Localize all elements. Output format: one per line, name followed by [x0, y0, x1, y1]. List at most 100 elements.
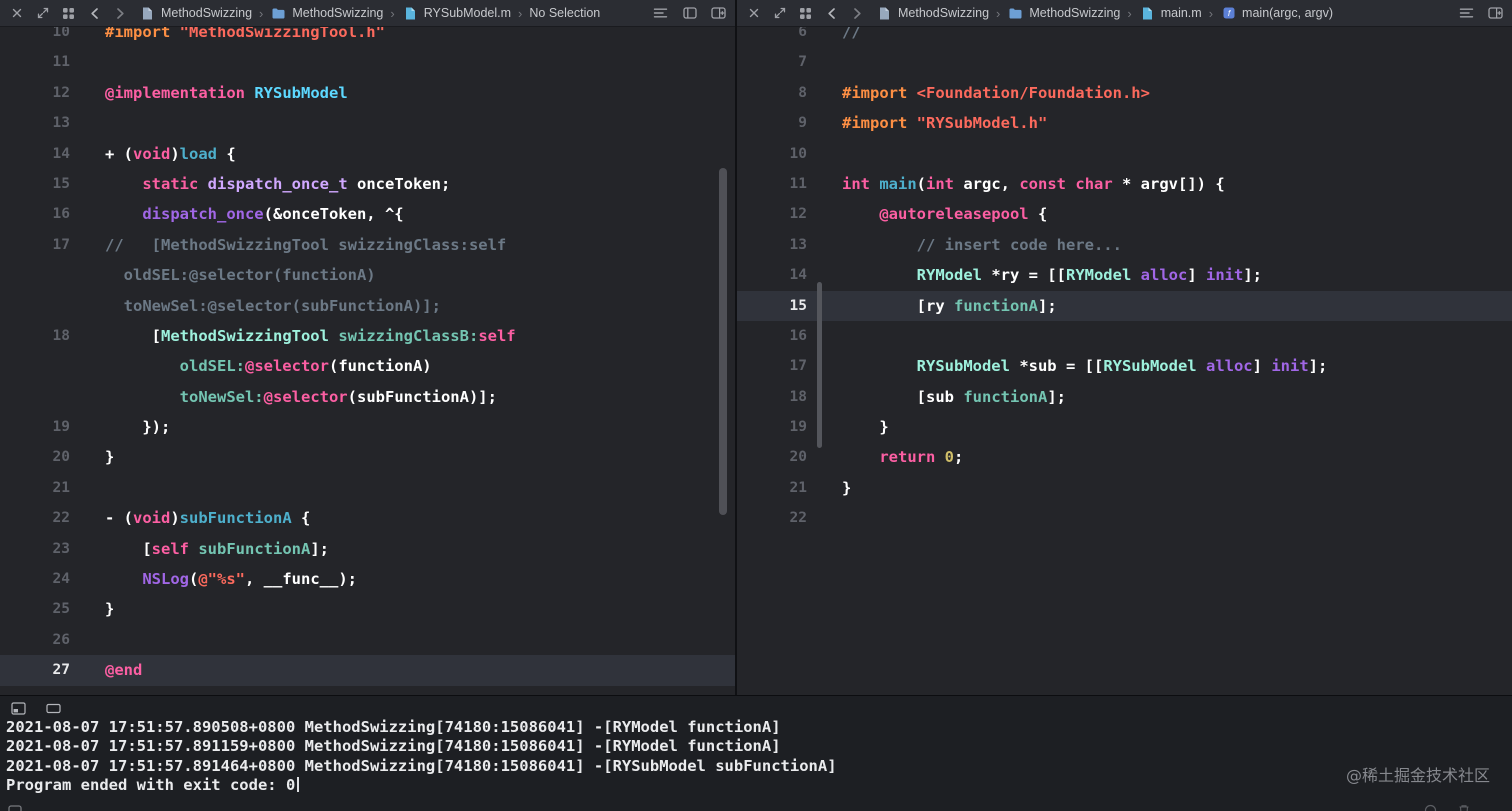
add-editor-icon[interactable]	[710, 6, 727, 21]
line-number[interactable]: 12	[737, 199, 807, 229]
code-line[interactable]: 21	[0, 473, 735, 503]
code-line[interactable]: 22 - (void)subFunctionA {	[0, 503, 735, 533]
code-line[interactable]: 17 RYSubModel *sub = [[RYSubModel alloc]…	[737, 351, 1512, 381]
grid-icon[interactable]	[797, 6, 814, 21]
code-line[interactable]: 6 //	[737, 27, 1512, 47]
line-number[interactable]: 13	[737, 230, 807, 260]
code-line[interactable]: 25}	[0, 594, 735, 624]
line-number[interactable]: 12	[0, 78, 70, 108]
line-number[interactable]: 10	[0, 27, 70, 47]
line-number[interactable]: 25	[0, 594, 70, 624]
code-line[interactable]: 19 });	[0, 412, 735, 442]
line-number[interactable]: 11	[737, 169, 807, 199]
code-line[interactable]: 13	[0, 108, 735, 138]
code-line[interactable]: 27 @end	[0, 655, 735, 686]
breadcrumb-item[interactable]: No Selection	[529, 6, 600, 20]
code-line[interactable]: 17 // [MethodSwizzingTool swizzingClass:s…	[0, 230, 735, 260]
code-line[interactable]: 20 return 0;	[737, 442, 1512, 472]
code-line[interactable]: toNewSel:@selector(subFunctionA)];	[0, 291, 735, 321]
line-number[interactable]: 24	[0, 564, 70, 594]
line-number[interactable]: 16	[0, 199, 70, 229]
expand-icon[interactable]	[771, 6, 788, 21]
code-line[interactable]: 7	[737, 47, 1512, 77]
code-line[interactable]: 18 [MethodSwizzingTool swizzingClassB:se…	[0, 321, 735, 351]
line-number[interactable]: 21	[0, 473, 70, 503]
code-line[interactable]: oldSEL:@selector(functionA)	[0, 351, 735, 381]
code-line[interactable]: 23 [self subFunctionA];	[0, 534, 735, 564]
code-line[interactable]: 10 #import "MethodSwizzingTool.h"	[0, 27, 735, 47]
forward-icon[interactable]	[112, 6, 129, 21]
variables-view-icon[interactable]	[10, 701, 27, 716]
code-line[interactable]: 26	[0, 625, 735, 655]
debug-console[interactable]: 2021-08-07 17:51:57.890508+0800 MethodSw…	[0, 695, 1512, 811]
code-line[interactable]: 15 [ry functionA];	[737, 290, 1512, 321]
line-number[interactable]: 16	[737, 321, 807, 351]
back-icon[interactable]	[86, 6, 103, 21]
line-number[interactable]: 22	[737, 503, 807, 533]
code-line[interactable]: 8 #import <Foundation/Foundation.h>	[737, 78, 1512, 108]
line-number[interactable]: 10	[737, 139, 807, 169]
line-number[interactable]: 7	[737, 47, 807, 77]
line-number[interactable]	[0, 382, 70, 412]
line-number[interactable]: 23	[0, 534, 70, 564]
code-line[interactable]: 16	[737, 321, 1512, 351]
code-line[interactable]: 12 @autoreleasepool {	[737, 199, 1512, 229]
line-number[interactable]: 18	[0, 321, 70, 351]
line-number[interactable]	[0, 291, 70, 321]
code-line[interactable]: 9 #import "RYSubModel.h"	[737, 108, 1512, 138]
code-line[interactable]: 14 RYModel *ry = [[RYModel alloc] init];	[737, 260, 1512, 290]
layout-icon[interactable]	[681, 6, 698, 21]
close-icon[interactable]	[745, 6, 762, 21]
code-line[interactable]: 20}	[0, 442, 735, 472]
line-number[interactable]: 19	[737, 412, 807, 442]
line-number[interactable]: 6	[737, 27, 807, 47]
line-number[interactable]: 11	[0, 47, 70, 77]
line-number[interactable]: 26	[0, 625, 70, 655]
circle-icon[interactable]	[1422, 803, 1439, 811]
list-icon[interactable]	[1458, 6, 1475, 21]
line-number[interactable]: 13	[0, 108, 70, 138]
expand-icon[interactable]	[34, 6, 51, 21]
scrollbar-thumb[interactable]	[719, 168, 727, 515]
close-icon[interactable]	[8, 6, 25, 21]
code-line[interactable]: toNewSel:@selector(subFunctionA)];	[0, 382, 735, 412]
code-line[interactable]: 13 // insert code here...	[737, 230, 1512, 260]
grid-icon[interactable]	[60, 6, 77, 21]
breadcrumb-item[interactable]: RYSubModel.m	[402, 6, 511, 21]
code-line[interactable]: 11	[0, 47, 735, 77]
breadcrumb-item[interactable]: MethodSwizzing	[139, 6, 252, 21]
list-icon[interactable]	[652, 6, 669, 21]
code-line[interactable]: 11 int main(int argc, const char * argv[]…	[737, 169, 1512, 199]
code-line[interactable]: oldSEL:@selector(functionA)	[0, 260, 735, 290]
line-number[interactable]	[0, 351, 70, 381]
code-editor-rysubmodel[interactable]: 10 #import "MethodSwizzingTool.h" 11 12 @imp…	[0, 27, 735, 695]
breadcrumb-item[interactable]: MethodSwizzing	[270, 6, 383, 21]
back-icon[interactable]	[823, 6, 840, 21]
trash-icon[interactable]	[1455, 803, 1472, 811]
line-number[interactable]: 27	[0, 655, 70, 685]
line-number[interactable]: 19	[0, 412, 70, 442]
code-line[interactable]: 22	[737, 503, 1512, 533]
line-number[interactable]	[0, 260, 70, 290]
code-line[interactable]: 14 + (void)load {	[0, 139, 735, 169]
line-number[interactable]: 20	[0, 442, 70, 472]
breadcrumb-item[interactable]: main.m	[1139, 6, 1202, 21]
forward-icon[interactable]	[849, 6, 866, 21]
code-line[interactable]: 16 dispatch_once(&onceToken, ^{	[0, 199, 735, 229]
line-number[interactable]: 18	[737, 382, 807, 412]
line-number[interactable]: 20	[737, 442, 807, 472]
breadcrumb-item[interactable]: MethodSwizzing	[876, 6, 989, 21]
breadcrumb-item[interactable]: f main(argc, argv)	[1220, 6, 1333, 21]
line-number[interactable]: 17	[0, 230, 70, 260]
line-number[interactable]: 8	[737, 78, 807, 108]
line-number[interactable]: 22	[0, 503, 70, 533]
line-number[interactable]: 14	[737, 260, 807, 290]
line-number[interactable]: 21	[737, 473, 807, 503]
code-line[interactable]: 21}	[737, 473, 1512, 503]
line-number[interactable]: 15	[0, 169, 70, 199]
line-number[interactable]: 15	[737, 291, 807, 321]
code-line[interactable]: 24 NSLog(@"%s", __func__);	[0, 564, 735, 594]
console-view-icon[interactable]	[45, 701, 62, 716]
line-number[interactable]: 14	[0, 139, 70, 169]
add-editor-icon[interactable]	[1487, 6, 1504, 21]
